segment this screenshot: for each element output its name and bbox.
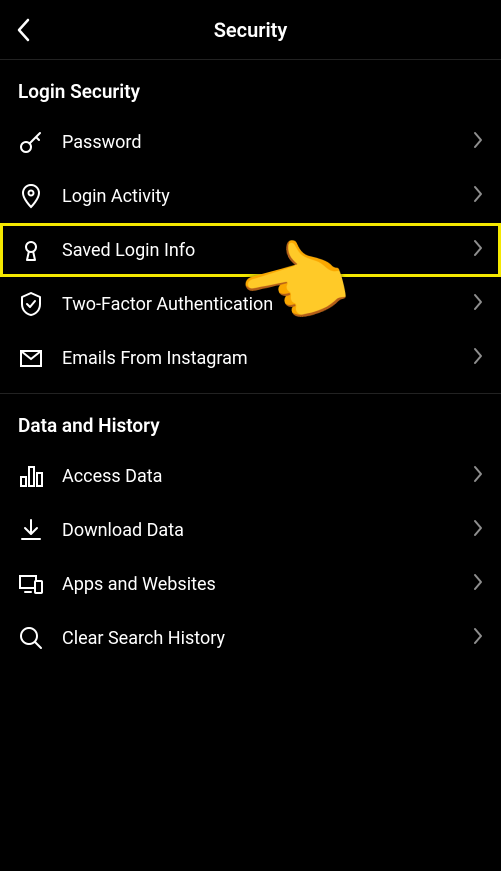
- chevron-right-icon: [473, 293, 483, 315]
- item-label: Password: [62, 132, 473, 153]
- section-header-data-history: Data and History: [0, 394, 501, 449]
- back-button[interactable]: [16, 18, 30, 42]
- list-item-download-data[interactable]: Download Data: [0, 503, 501, 557]
- item-label: Clear Search History: [62, 628, 473, 649]
- item-label: Access Data: [62, 466, 473, 487]
- list-item-saved-login-info[interactable]: Saved Login Info: [0, 223, 501, 277]
- chevron-right-icon: [473, 185, 483, 207]
- chevron-right-icon: [473, 573, 483, 595]
- list-item-password[interactable]: Password: [0, 115, 501, 169]
- section-header-login-security: Login Security: [0, 60, 501, 115]
- item-label: Download Data: [62, 520, 473, 541]
- chevron-left-icon: [16, 18, 30, 42]
- location-pin-icon: [18, 183, 44, 209]
- shield-check-icon: [18, 291, 44, 317]
- mail-icon: [18, 345, 44, 371]
- list-item-apps-websites[interactable]: Apps and Websites: [0, 557, 501, 611]
- item-label: Emails From Instagram: [62, 348, 473, 369]
- chevron-right-icon: [473, 347, 483, 369]
- chevron-right-icon: [473, 627, 483, 649]
- item-label: Two-Factor Authentication: [62, 294, 473, 315]
- header: Security: [0, 0, 501, 60]
- chevron-right-icon: [473, 239, 483, 261]
- devices-icon: [18, 571, 44, 597]
- item-label: Saved Login Info: [62, 240, 473, 261]
- chevron-right-icon: [473, 519, 483, 541]
- search-icon: [18, 625, 44, 651]
- keyhole-icon: [18, 237, 44, 263]
- list-item-access-data[interactable]: Access Data: [0, 449, 501, 503]
- list-item-login-activity[interactable]: Login Activity: [0, 169, 501, 223]
- download-icon: [18, 517, 44, 543]
- bar-chart-icon: [18, 463, 44, 489]
- list-item-clear-search[interactable]: Clear Search History: [0, 611, 501, 665]
- item-label: Login Activity: [62, 186, 473, 207]
- page-title: Security: [214, 18, 288, 42]
- key-icon: [18, 129, 44, 155]
- item-label: Apps and Websites: [62, 574, 473, 595]
- chevron-right-icon: [473, 131, 483, 153]
- list-item-two-factor[interactable]: Two-Factor Authentication: [0, 277, 501, 331]
- list-item-emails[interactable]: Emails From Instagram: [0, 331, 501, 385]
- chevron-right-icon: [473, 465, 483, 487]
